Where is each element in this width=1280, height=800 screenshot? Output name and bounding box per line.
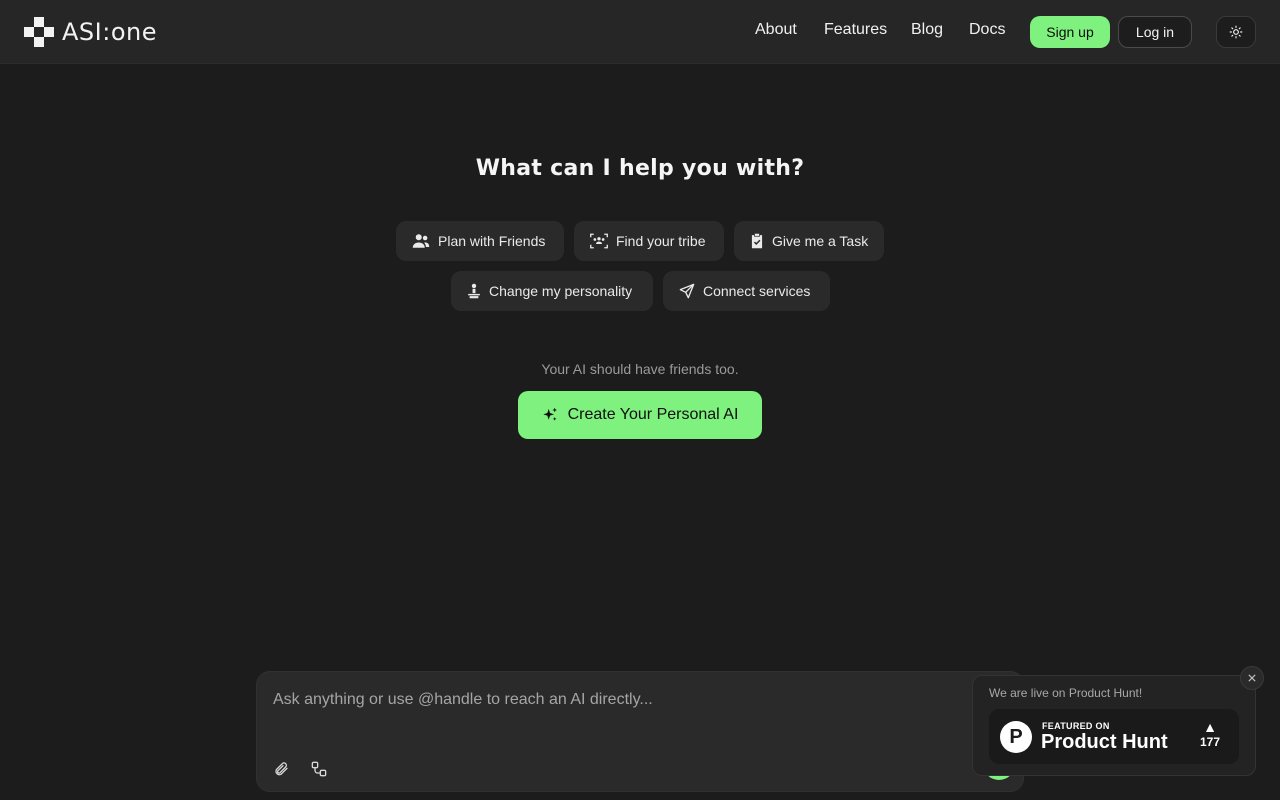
top-header: ASI:one About Features Blog Docs Sign up… xyxy=(0,0,1280,64)
page-headline: What can I help you with? xyxy=(475,156,805,181)
attach-button[interactable] xyxy=(270,758,292,780)
nav-about[interactable]: About xyxy=(755,21,797,39)
suggestion-label: Give me a Task xyxy=(772,233,869,249)
suggestion-find-your-tribe[interactable]: Find your tribe xyxy=(574,221,724,261)
suggestion-change-my-personality[interactable]: Change my personality xyxy=(451,271,653,311)
create-personal-ai-button[interactable]: Create Your Personal AI xyxy=(518,391,762,439)
product-hunt-badge[interactable]: P FEATURED ON Product Hunt ▲ 177 xyxy=(989,709,1239,764)
product-hunt-logo-icon: P xyxy=(1000,721,1032,753)
close-toast-button[interactable] xyxy=(1240,666,1264,690)
close-icon xyxy=(1248,674,1256,682)
nav-blog[interactable]: Blog xyxy=(911,21,943,39)
vote-count: 177 xyxy=(1199,735,1221,749)
signup-button[interactable]: Sign up xyxy=(1030,16,1110,48)
cta-label: Create Your Personal AI xyxy=(567,406,739,423)
logo-mark-icon xyxy=(24,17,54,47)
suggestion-label: Plan with Friends xyxy=(438,233,546,249)
product-hunt-name: Product Hunt xyxy=(1041,731,1168,753)
sparkles-icon xyxy=(542,407,557,421)
suggestion-give-me-a-task[interactable]: Give me a Task xyxy=(734,221,884,261)
brand-name: ASI:one xyxy=(62,18,157,46)
login-button[interactable]: Log in xyxy=(1118,16,1192,48)
product-hunt-toast: We are live on Product Hunt! P FEATURED … xyxy=(972,675,1256,776)
nav-docs[interactable]: Docs xyxy=(969,21,1005,39)
tagline: Your AI should have friends too. xyxy=(541,361,739,377)
sun-icon xyxy=(1229,25,1243,39)
group-scan-icon xyxy=(590,233,608,249)
suggestion-label: Find your tribe xyxy=(616,233,706,249)
suggestion-label: Change my personality xyxy=(489,283,633,299)
workflow-button[interactable] xyxy=(308,758,330,780)
nav-features[interactable]: Features xyxy=(824,21,887,39)
product-hunt-note: We are live on Product Hunt! xyxy=(989,686,1143,700)
paperclip-icon xyxy=(275,762,288,776)
theme-toggle-button[interactable] xyxy=(1216,16,1256,48)
chat-input[interactable] xyxy=(273,686,953,714)
brand-logo[interactable]: ASI:one xyxy=(24,16,157,48)
users-icon xyxy=(412,234,430,248)
product-hunt-featured: FEATURED ON xyxy=(1042,721,1110,731)
send-icon xyxy=(679,283,695,299)
upvote-arrow-icon: ▲ xyxy=(1203,719,1217,735)
clipboard-check-icon xyxy=(751,233,763,249)
chat-composer xyxy=(256,671,1024,792)
suggestion-plan-with-friends[interactable]: Plan with Friends xyxy=(396,221,564,261)
suggestion-label: Connect services xyxy=(703,283,811,299)
person-icon xyxy=(468,283,480,299)
suggestion-connect-services[interactable]: Connect services xyxy=(663,271,830,311)
upvote-count: ▲ 177 xyxy=(1195,719,1225,749)
workflow-icon xyxy=(311,761,327,777)
